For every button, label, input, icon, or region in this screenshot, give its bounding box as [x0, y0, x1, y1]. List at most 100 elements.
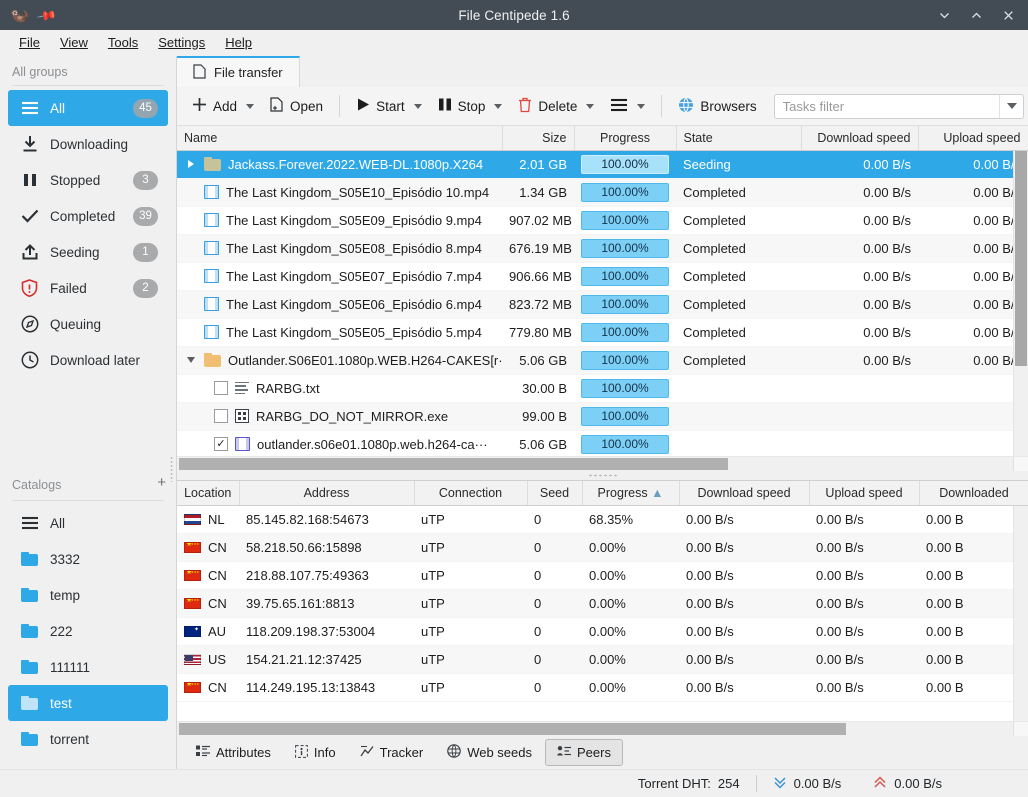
row-checkbox[interactable]	[214, 409, 228, 423]
column-upload-speed[interactable]: Upload speed	[809, 481, 920, 506]
flag-cn-icon	[184, 681, 201, 693]
start-button[interactable]: Start	[349, 92, 429, 120]
add-catalog-button[interactable]: +	[157, 475, 166, 494]
collapse-twisty[interactable]	[184, 357, 197, 363]
scrollbar-thumb[interactable]	[179, 723, 846, 735]
table-row[interactable]: RARBG_DO_NOT_MIRROR.exe 99.00 B 100.00%	[177, 402, 1028, 431]
catalog-item-test[interactable]: test	[8, 685, 168, 721]
row-checkbox[interactable]	[214, 381, 228, 395]
stop-button[interactable]: Stop	[431, 92, 510, 120]
table-row[interactable]: AU 118.209.198.37:53004 uTP 0 0.00% 0.00…	[177, 617, 1028, 646]
sidebar-item-seeding[interactable]: Seeding 1	[8, 234, 168, 270]
catalog-item-torrent[interactable]: torrent	[8, 721, 168, 757]
cell-download-speed	[801, 374, 918, 403]
maximize-button[interactable]	[960, 0, 992, 30]
pane-splitter[interactable]	[177, 471, 1028, 480]
table-row[interactable]: Outlander.S06E01.1080p.WEB.H264-CAKES[r·…	[177, 346, 1028, 375]
cell-name: The Last Kingdom_S05E06_Episódio 6.mp4	[177, 290, 502, 319]
tab-tracker[interactable]: Tracker	[349, 740, 435, 766]
table-row[interactable]: CN 39.75.65.161:8813 uTP 0 0.00% 0.00 B/…	[177, 589, 1028, 618]
column-progress[interactable]: Progress ▲	[582, 481, 680, 506]
chevron-down-icon[interactable]	[494, 103, 503, 109]
table-row[interactable]: RARBG.txt 30.00 B 100.00%	[177, 374, 1028, 403]
minimize-button[interactable]	[928, 0, 960, 30]
tab-file-transfer[interactable]: File transfer	[177, 56, 300, 87]
column-size[interactable]: Size	[502, 126, 575, 151]
tasks-horizontal-scrollbar[interactable]	[177, 456, 1028, 471]
double-chevron-up-icon	[873, 776, 887, 791]
menu-tools[interactable]: Tools	[99, 32, 147, 53]
scrollbar-thumb[interactable]	[179, 458, 728, 470]
column-progress[interactable]: Progress	[574, 126, 677, 151]
table-row[interactable]: CN 218.88.107.75:49363 uTP 0 0.00% 0.00 …	[177, 561, 1028, 590]
folder-icon	[204, 353, 221, 367]
expand-twisty[interactable]	[184, 160, 197, 168]
cell-downloaded: 0.00 B	[919, 533, 1028, 562]
chevron-down-icon[interactable]	[246, 103, 255, 109]
sidebar-resize-grip[interactable]	[170, 456, 173, 482]
table-row[interactable]: The Last Kingdom_S05E08_Episódio 8.mp4 6…	[177, 234, 1028, 263]
tab-web-seeds[interactable]: Web seeds	[436, 739, 543, 766]
catalog-item-222[interactable]: 222	[8, 613, 168, 649]
catalog-item-111111[interactable]: 111111	[8, 649, 168, 685]
table-row[interactable]: The Last Kingdom_S05E10_Episódio 10.mp4 …	[177, 178, 1028, 207]
table-row[interactable]: ✓ outlander.s06e01.1080p.web.h264-ca··· …	[177, 430, 1028, 456]
table-row[interactable]: NL 85.145.82.168:54673 uTP 0 68.35% 0.00…	[177, 505, 1028, 534]
table-row[interactable]: The Last Kingdom_S05E07_Episódio 7.mp4 9…	[177, 262, 1028, 291]
table-row[interactable]: CN 58.218.50.66:15898 uTP 0 0.00% 0.00 B…	[177, 533, 1028, 562]
column-download-speed[interactable]: Download speed	[801, 126, 919, 151]
tasks-vertical-scrollbar[interactable]	[1013, 151, 1028, 456]
column-location[interactable]: Location	[177, 481, 240, 506]
chevron-down-icon[interactable]	[413, 103, 422, 109]
more-menu-button[interactable]	[603, 93, 652, 120]
sidebar-item-queuing[interactable]: Queuing	[8, 306, 168, 342]
peers-vertical-scrollbar[interactable]	[1013, 506, 1028, 721]
table-row[interactable]: The Last Kingdom_S05E05_Episódio 5.mp4 7…	[177, 318, 1028, 347]
open-button[interactable]: Open	[263, 92, 330, 120]
column-address[interactable]: Address	[239, 481, 415, 506]
catalog-item-temp[interactable]: temp	[8, 577, 168, 613]
sidebar-item-failed[interactable]: Failed 2	[8, 270, 168, 306]
menu-settings[interactable]: Settings	[149, 32, 214, 53]
menu-help[interactable]: Help	[216, 32, 261, 53]
table-row[interactable]: The Last Kingdom_S05E09_Episódio 9.mp4 9…	[177, 206, 1028, 235]
chevron-down-icon[interactable]	[586, 103, 595, 109]
search-input[interactable]	[774, 98, 999, 114]
tab-peers[interactable]: Peers	[544, 739, 623, 766]
chevron-down-icon[interactable]	[637, 103, 646, 109]
column-upload-speed[interactable]: Upload speed	[918, 126, 1028, 151]
cell-downloaded: 0.00 B	[919, 617, 1028, 646]
column-download-speed[interactable]: Download speed	[679, 481, 810, 506]
sidebar-item-all[interactable]: All 45	[8, 90, 168, 126]
menu-file[interactable]: File	[10, 32, 49, 53]
close-button[interactable]	[992, 0, 1024, 30]
column-name[interactable]: Name	[177, 126, 503, 151]
tab-info[interactable]: Info	[284, 740, 347, 766]
table-row[interactable]: The Last Kingdom_S05E06_Episódio 6.mp4 8…	[177, 290, 1028, 319]
chevron-down-icon[interactable]	[999, 94, 1023, 118]
row-checkbox[interactable]: ✓	[214, 437, 228, 451]
browsers-button[interactable]: Browsers	[671, 92, 763, 121]
sidebar-item-downloading[interactable]: Downloading	[8, 126, 168, 162]
pin-icon[interactable]: 📌	[36, 4, 58, 26]
column-state[interactable]: State	[676, 126, 802, 151]
sidebar-item-completed[interactable]: Completed 39	[8, 198, 168, 234]
tasks-filter[interactable]	[773, 93, 1024, 119]
column-downloaded[interactable]: Downloaded	[919, 481, 1028, 506]
menu-view[interactable]: View	[51, 32, 97, 53]
add-button[interactable]: Add	[185, 92, 261, 120]
peers-horizontal-scrollbar[interactable]	[177, 721, 1028, 736]
table-row[interactable]: Jackass.Forever.2022.WEB-DL.1080p.X264 2…	[177, 150, 1028, 179]
delete-button[interactable]: Delete	[511, 92, 601, 121]
sidebar-item-stopped[interactable]: Stopped 3	[8, 162, 168, 198]
cell-progress: 0.00%	[582, 589, 679, 618]
sidebar-item-download-later[interactable]: Download later	[8, 342, 168, 378]
column-seed[interactable]: Seed	[527, 481, 583, 506]
tab-attributes[interactable]: Attributes	[185, 740, 282, 765]
column-connection[interactable]: Connection	[414, 481, 528, 506]
table-row[interactable]: US 154.21.21.12:37425 uTP 0 0.00% 0.00 B…	[177, 645, 1028, 674]
scrollbar-thumb[interactable]	[1015, 151, 1027, 366]
catalog-item-all[interactable]: All	[8, 505, 168, 541]
table-row[interactable]: CN 114.249.195.13:13843 uTP 0 0.00% 0.00…	[177, 673, 1028, 702]
catalog-item-3332[interactable]: 3332	[8, 541, 168, 577]
